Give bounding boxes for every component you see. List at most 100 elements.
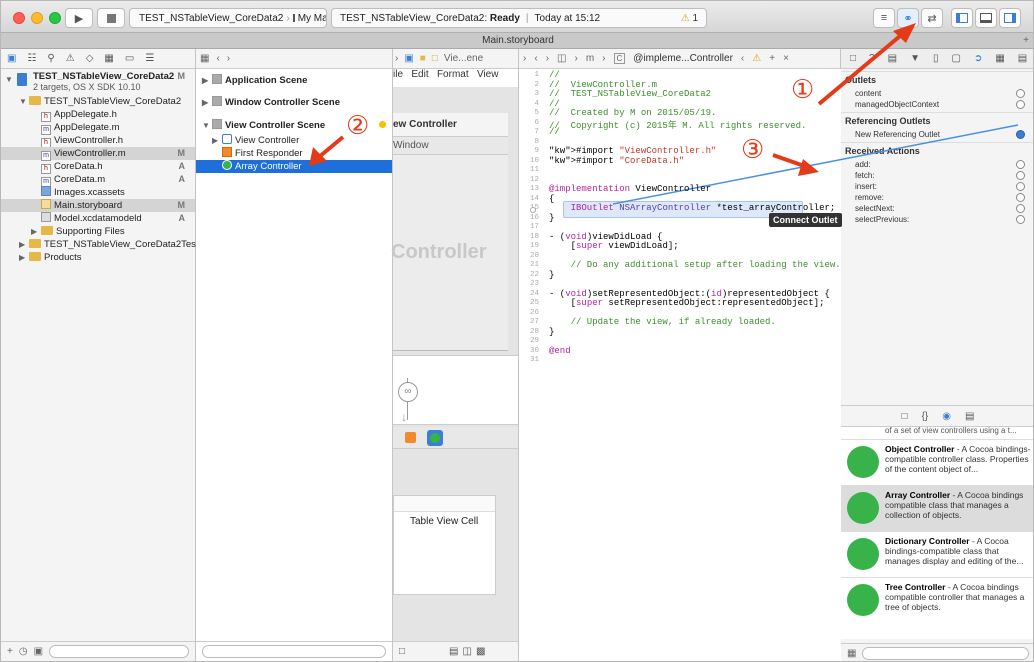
search-icon[interactable]: ⚲ <box>47 53 54 64</box>
connection-circle-icon[interactable] <box>1016 160 1025 169</box>
tree-item-group[interactable]: ▼ TEST_NSTableView_CoreData2 <box>1 95 195 108</box>
tree-item-appdelegate-h[interactable]: h AppDelegate.h <box>1 108 195 122</box>
identity-icon[interactable]: ▤ <box>888 53 897 64</box>
jump-scene[interactable]: Vie...ene <box>444 53 483 64</box>
breakpoint-icon[interactable]: ▭ <box>125 53 134 64</box>
help-icon[interactable]: ? <box>869 53 875 64</box>
add-icon[interactable]: + <box>7 646 13 657</box>
forward-icon[interactable]: › <box>546 53 549 64</box>
zoom-button[interactable] <box>49 12 61 24</box>
back-icon[interactable]: ‹ <box>741 53 744 64</box>
folder-icon[interactable]: ▣ <box>404 53 413 64</box>
scheme-selector[interactable]: TEST_NSTableView_CoreData2 › My Mac <box>129 8 327 28</box>
table-view[interactable]: Table View Cell <box>393 495 496 595</box>
outline-toggle-icon[interactable]: □ <box>399 646 405 657</box>
utilities-toggle[interactable] <box>999 8 1021 28</box>
connection-well[interactable] <box>530 207 536 213</box>
forward-icon[interactable]: › <box>395 53 398 64</box>
segue-icon[interactable]: ∞ <box>398 382 418 402</box>
tree-item-tests[interactable]: ▶ TEST_NSTableView_CoreData2Tests <box>1 238 203 251</box>
tab-main-storyboard[interactable]: Main.storyboard <box>482 35 554 46</box>
warning-icon[interactable]: ⚠ <box>66 53 75 64</box>
back-icon[interactable]: ‹ <box>534 53 537 64</box>
tree-item-coredata-m[interactable]: m CoreData.m A <box>1 173 195 187</box>
connection-circle-icon[interactable] <box>1016 130 1025 139</box>
effects-icon[interactable]: ▦ <box>995 53 1004 64</box>
grid-icon[interactable]: ▦ <box>200 53 209 64</box>
stop-button[interactable] <box>97 8 125 28</box>
back-icon[interactable]: ‹ <box>216 53 219 64</box>
symbol-icon[interactable]: ☷ <box>27 53 36 64</box>
scm-icon[interactable]: ▣ <box>34 646 43 657</box>
folder-icon[interactable]: ■ <box>420 53 426 64</box>
bindings-icon[interactable]: ▢ <box>951 53 960 64</box>
class-icon[interactable]: C <box>613 53 626 64</box>
tree-item-main-storyboard[interactable]: Main.storyboard M <box>1 199 195 212</box>
code-view[interactable]: 1 // 2 // ViewController.m 3 // TEST_NSTableV… <box>521 69 842 661</box>
warning-icon[interactable]: ⚠ <box>752 53 761 64</box>
action-row[interactable]: selectNext: <box>841 203 1033 214</box>
folder-icon[interactable]: ▣ <box>7 53 16 64</box>
filter-input[interactable] <box>49 645 189 658</box>
referencing-outlet-row[interactable]: New Referencing Outlet <box>841 129 1033 140</box>
forward-icon[interactable]: › <box>574 53 577 64</box>
action-row[interactable]: insert: <box>841 181 1033 192</box>
add-editor-icon[interactable]: + <box>769 53 775 64</box>
outlet-row[interactable]: managedObjectContext <box>841 99 1033 110</box>
forward-icon[interactable]: › <box>227 53 230 64</box>
connection-circle-icon[interactable] <box>1016 89 1025 98</box>
outline-filter-input[interactable] <box>202 645 386 658</box>
first-responder-icon[interactable] <box>405 432 416 443</box>
action-row[interactable]: remove: <box>841 192 1033 203</box>
connection-circle-icon[interactable] <box>1016 193 1025 202</box>
tree-item-viewcontroller-h[interactable]: h ViewController.h <box>1 134 195 148</box>
connection-circle-icon[interactable] <box>1016 182 1025 191</box>
debug-toggle[interactable] <box>975 8 997 28</box>
warning-badge[interactable]: ⚠ 1 <box>681 13 698 24</box>
outline-array-controller[interactable]: Array Controller <box>196 160 392 173</box>
forward-icon[interactable]: › <box>523 53 526 64</box>
outline-first-responder[interactable]: First Responder <box>196 147 392 160</box>
source-file-icon[interactable]: m <box>586 53 594 64</box>
debug-icon[interactable]: ▦ <box>104 53 113 64</box>
test-icon[interactable]: ◇ <box>86 53 94 64</box>
library-item-tree-controller[interactable]: Tree Controller - A Cocoa bindings compa… <box>841 577 1033 623</box>
library-item-dictionary-controller[interactable]: Dictionary Controller - A Cocoa bindings… <box>841 531 1033 577</box>
assistant-editor-button[interactable]: ⚭ <box>897 8 919 28</box>
close-button[interactable] <box>13 12 25 24</box>
code-snippet-icon[interactable]: {} <box>922 411 929 422</box>
close-editor-icon[interactable]: × <box>783 53 789 64</box>
tree-item-appdelegate-m[interactable]: m AppDelegate.m <box>1 121 195 135</box>
tree-item-viewcontroller-m[interactable]: m ViewController.m M <box>1 147 195 161</box>
media-library-icon[interactable]: ▤ <box>965 411 974 422</box>
scene-application[interactable]: ▶ Application Scene <box>196 73 392 95</box>
action-row[interactable]: fetch: <box>841 170 1033 181</box>
related-items-icon[interactable]: ◫ <box>557 53 566 64</box>
jump-symbol[interactable]: @impleme...Controller <box>633 53 733 64</box>
warning-dot-icon[interactable] <box>379 121 386 128</box>
add-tab-button[interactable]: + <box>1023 33 1029 49</box>
attributes-icon[interactable]: ▼ <box>910 53 920 64</box>
tree-item-model[interactable]: Model.xcdatamodeld A <box>1 212 195 225</box>
connection-circle-icon[interactable] <box>1016 100 1025 109</box>
library-panel-icon[interactable]: ▤ <box>1018 53 1027 64</box>
library-filter-input[interactable] <box>862 647 1029 660</box>
clock-icon[interactable]: ◷ <box>19 646 28 657</box>
standard-editor-button[interactable]: ≡ <box>873 8 895 28</box>
minimize-button[interactable] <box>31 12 43 24</box>
file-template-icon[interactable]: □ <box>902 411 908 422</box>
tree-item-products[interactable]: ▶ Products <box>1 251 195 264</box>
tree-item-supporting[interactable]: ▶ Supporting Files <box>1 225 195 238</box>
connection-circle-icon[interactable] <box>1016 204 1025 213</box>
action-row[interactable]: add: <box>841 159 1033 170</box>
project-root[interactable]: ▼ TEST_NSTableView_CoreData2 2 targets, … <box>1 71 195 95</box>
library-item-array-controller[interactable]: Array Controller - A Cocoa bindings comp… <box>841 485 1033 531</box>
tree-item-coredata-h[interactable]: h CoreData.h A <box>1 160 195 174</box>
version-editor-button[interactable]: ⇄ <box>921 8 943 28</box>
storyboard-icon[interactable]: □ <box>432 53 438 64</box>
forward-icon[interactable]: › <box>602 53 605 64</box>
array-controller-icon[interactable] <box>427 430 443 446</box>
layout-icons[interactable]: ▤◫▩ <box>449 646 489 657</box>
view-controller-frame[interactable]: Controller <box>391 155 508 351</box>
library-item-object-controller[interactable]: Object Controller - A Cocoa bindings-com… <box>841 439 1033 485</box>
